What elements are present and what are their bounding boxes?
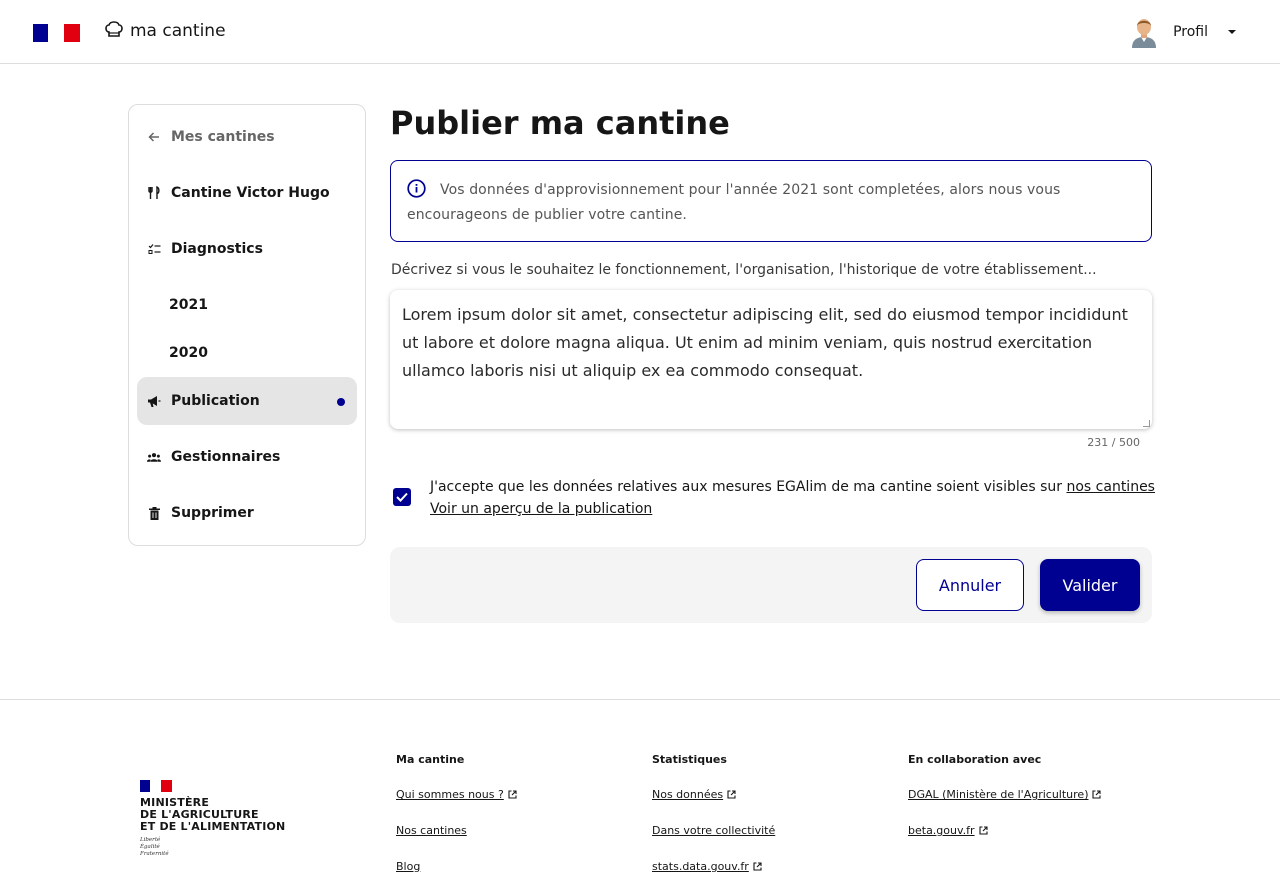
- motto-line: Égalité: [140, 844, 160, 850]
- footer-column-title: Ma cantine: [396, 753, 465, 766]
- profile-label: Profil: [1173, 24, 1208, 40]
- footer-link-nos-donnees[interactable]: Nos données: [652, 788, 775, 824]
- sidebar-item-label: Gestionnaires: [171, 449, 281, 465]
- footer-link-label: Nos données: [652, 788, 724, 801]
- info-icon: [407, 179, 426, 198]
- ministry-name: MINISTÈRE DE L'AGRICULTURE ET DE L'ALIME…: [140, 797, 285, 833]
- republic-flag-logo[interactable]: [33, 24, 80, 42]
- sidebar-item-gestionnaires[interactable]: Gestionnaires: [137, 433, 357, 481]
- footer-link-label: Dans votre collectivité: [652, 824, 776, 837]
- footer-link-label: DGAL (Ministère de l'Agriculture): [908, 788, 1089, 801]
- profile-menu[interactable]: Profil: [1129, 16, 1236, 48]
- ministry-line: ET DE L'ALIMENTATION: [140, 820, 286, 833]
- footer-link-blog[interactable]: Blog: [396, 860, 517, 886]
- footer-link-nos-cantines[interactable]: Nos cantines: [396, 824, 517, 860]
- info-callout: Vos données d'approvisionnement pour l'a…: [390, 160, 1152, 242]
- nos-cantines-link[interactable]: nos cantines: [1066, 479, 1155, 495]
- external-link-icon: [753, 861, 762, 871]
- sidebar-item-label: Publication: [171, 393, 260, 409]
- republic-motto: Liberté Égalité Fraternité: [140, 837, 285, 858]
- sidebar-item-2020[interactable]: 2020: [137, 329, 357, 377]
- footer-link-dgal[interactable]: DGAL (Ministère de l'Agriculture): [908, 788, 1102, 824]
- sidebar-item-label: Supprimer: [171, 505, 254, 521]
- cancel-button[interactable]: Annuler: [916, 559, 1024, 611]
- site-header: ma cantine Profil: [0, 0, 1280, 64]
- brand-link[interactable]: ma cantine: [104, 20, 226, 42]
- brand-name: ma cantine: [130, 21, 226, 41]
- checkmark-icon: [396, 492, 408, 502]
- ministry-flag: [140, 780, 172, 792]
- footer-link-label: stats.data.gouv.fr: [652, 860, 749, 873]
- external-link-icon: [508, 789, 517, 799]
- checklist-icon: [147, 242, 161, 256]
- footer-column-title: En collaboration avec: [908, 753, 1042, 766]
- site-footer: MINISTÈRE DE L'AGRICULTURE ET DE L'ALIME…: [0, 699, 1280, 886]
- restaurant-icon: [147, 186, 161, 200]
- external-link-icon: [727, 789, 736, 799]
- sidebar-item-diagnostics[interactable]: Diagnostics: [137, 225, 357, 273]
- active-indicator-dot: [337, 398, 345, 406]
- arrow-left-icon: [147, 130, 161, 144]
- team-icon: [147, 450, 161, 464]
- page-title: Publier ma cantine: [390, 104, 730, 142]
- sidebar-item-cantine[interactable]: Cantine Victor Hugo: [137, 169, 357, 217]
- sidebar-item-2021[interactable]: 2021: [137, 281, 357, 329]
- sidebar-item-label: 2021: [169, 297, 208, 313]
- motto-line: Liberté: [140, 837, 161, 843]
- sidebar-item-mes-cantines[interactable]: Mes cantines: [137, 113, 357, 161]
- footer-link-label: Blog: [396, 860, 421, 873]
- sidebar-item-supprimer[interactable]: Supprimer: [137, 489, 357, 537]
- sidebar-item-label: Mes cantines: [171, 129, 275, 145]
- footer-link-stats-data-gouv[interactable]: stats.data.gouv.fr: [652, 860, 775, 886]
- footer-column-title: Statistiques: [652, 753, 727, 766]
- caret-down-icon: [1228, 30, 1236, 34]
- resize-handle-icon[interactable]: [1143, 420, 1150, 427]
- footer-link-qui-sommes-nous[interactable]: Qui sommes nous ?: [396, 788, 517, 824]
- external-link-icon: [1092, 789, 1102, 799]
- footer-column-statistiques: Statistiques Nos données Dans votre coll…: [652, 753, 775, 886]
- form-actions: Annuler Valider: [390, 547, 1152, 623]
- motto-line: Fraternité: [140, 851, 169, 857]
- external-link-icon: [978, 825, 988, 835]
- footer-link-label: Nos cantines: [396, 824, 467, 837]
- chef-hat-icon: [104, 20, 124, 42]
- accept-text: J'accepte que les données relatives aux …: [430, 479, 1063, 495]
- footer-column-collaboration: En collaboration avec DGAL (Ministère de…: [908, 753, 1102, 860]
- megaphone-icon: [147, 394, 161, 408]
- char-counter: 231 / 500: [1087, 436, 1140, 449]
- trash-icon: [147, 506, 161, 520]
- sidebar-item-label: 2020: [169, 345, 208, 361]
- sidebar-item-publication[interactable]: Publication: [137, 377, 357, 425]
- accept-label: J'accepte que les données relatives aux …: [430, 476, 1155, 498]
- description-textarea[interactable]: Lorem ipsum dolor sit amet, consectetur …: [390, 290, 1152, 429]
- preview-publication-link[interactable]: Voir un aperçu de la publication: [430, 500, 652, 518]
- footer-link-label: beta.gouv.fr: [908, 824, 975, 837]
- avatar: [1129, 16, 1159, 48]
- sidebar-item-label: Cantine Victor Hugo: [171, 185, 330, 201]
- sidebar-item-label: Diagnostics: [171, 241, 263, 257]
- description-label: Décrivez si vous le souhaitez le fonctio…: [391, 262, 1097, 278]
- ministry-logo[interactable]: MINISTÈRE DE L'AGRICULTURE ET DE L'ALIME…: [140, 780, 285, 858]
- description-value: Lorem ipsum dolor sit amet, consectetur …: [402, 305, 1128, 380]
- side-menu: Mes cantines Cantine Victor Hugo Diagnos…: [128, 104, 366, 546]
- footer-column-ma-cantine: Ma cantine Qui sommes nous ? Nos cantine…: [396, 753, 517, 886]
- footer-link-label: Qui sommes nous ?: [396, 788, 504, 801]
- accept-checkbox[interactable]: [393, 488, 411, 506]
- footer-link-collectivite[interactable]: Dans votre collectivité: [652, 824, 775, 860]
- info-text: Vos données d'approvisionnement pour l'a…: [407, 182, 1061, 223]
- submit-button[interactable]: Valider: [1040, 559, 1140, 611]
- footer-link-beta-gouv[interactable]: beta.gouv.fr: [908, 824, 1101, 860]
